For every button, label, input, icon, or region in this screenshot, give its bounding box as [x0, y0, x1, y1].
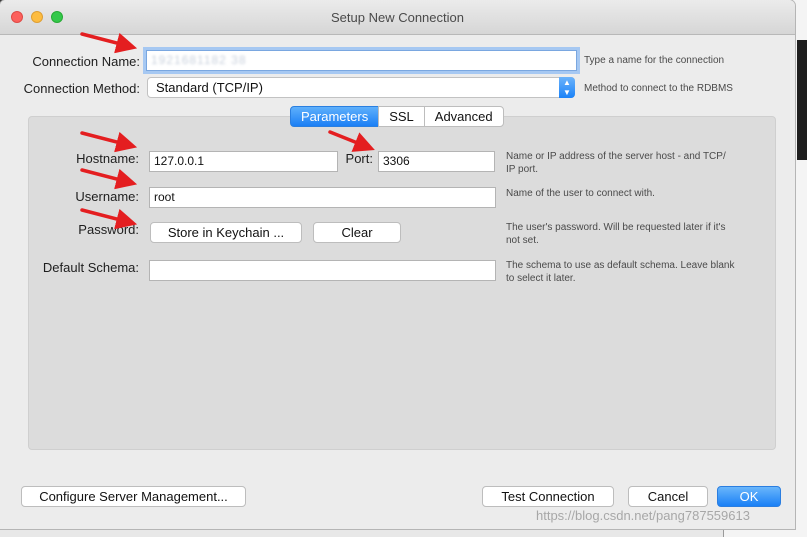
annotation-arrow-connection-name: [80, 32, 138, 54]
annotation-arrow-hostname: [80, 131, 138, 153]
annotation-arrow-password: [80, 208, 138, 230]
annotation-arrow-username: [80, 168, 138, 190]
watermark: https://blog.csdn.net/pang787559613: [536, 508, 750, 523]
annotation-arrows: [80, 32, 375, 230]
annotation-arrow-port: [328, 130, 375, 152]
